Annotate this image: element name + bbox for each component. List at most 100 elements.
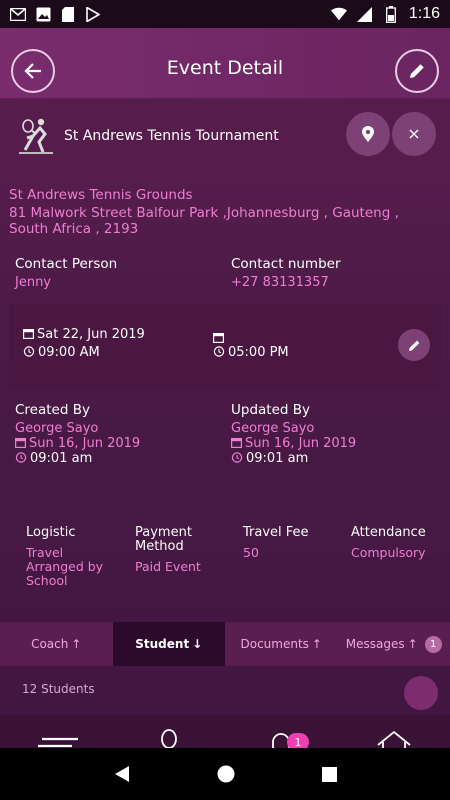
contact-person-value: Jenny [15, 275, 52, 290]
detail-label: Attendance [351, 525, 426, 540]
nav-home[interactable] [338, 715, 450, 748]
updated-by: Updated By George Sayo Sun 16, Jun 2019 … [231, 402, 356, 466]
alarm-clock-icon [15, 452, 27, 463]
app-header: Event Detail [0, 28, 450, 98]
updated-time-text: 09:01 am [246, 451, 309, 466]
start-date-text: Sat 22, Jun 2019 [37, 327, 145, 342]
start-time: 09:00 AM [23, 345, 100, 360]
arrow-up-icon: ↑ [407, 637, 418, 651]
detail-label: Travel Fee [243, 525, 309, 540]
calendar-icon [231, 438, 242, 448]
app-content: Event Detail St Andrews Tennis Tournamen… [0, 28, 450, 748]
detail-payment-method: Payment Method Paid Event [135, 526, 235, 574]
calendar-icon [15, 438, 26, 448]
detail-tabs: Coach ↑ Student ↓ Documents ↑ Messages ↑ 1 [0, 622, 450, 666]
tab-label: Documents [240, 637, 309, 651]
gmail-icon [10, 6, 26, 22]
user-icon [160, 728, 177, 748]
calendar-icon [23, 329, 34, 339]
created-by-name: George Sayo [15, 421, 99, 436]
detail-value: Compulsory [351, 545, 426, 560]
signal-icon [357, 6, 373, 22]
close-icon [409, 129, 419, 139]
back-triangle-icon[interactable] [113, 765, 131, 783]
battery-icon [383, 5, 399, 23]
detail-value: 50 [243, 545, 259, 560]
created-date: Sun 16, Jun 2019 [15, 436, 140, 451]
detail-travel-fee: Travel Fee 50 [243, 526, 343, 560]
detail-logistic: Logistic Travel Arranged by School [26, 526, 126, 588]
updated-by-name: George Sayo [231, 421, 315, 436]
tab-messages[interactable]: Messages ↑ 1 [338, 622, 450, 666]
status-bar: 1:16 [0, 0, 450, 28]
contact-number-value[interactable]: +27 83131357 [231, 275, 341, 290]
detail-label: Logistic [26, 525, 76, 540]
sd-card-icon [60, 6, 76, 22]
menu-lines-icon [38, 737, 79, 747]
arrow-up-icon: ↑ [71, 637, 82, 651]
created-time: 09:01 am [15, 451, 140, 466]
updated-by-label: Updated By [231, 402, 311, 418]
end-time-text: 05:00 PM [228, 345, 289, 360]
pencil-icon [408, 340, 419, 351]
tab-student[interactable]: Student ↓ [112, 622, 225, 666]
tab-coach[interactable]: Coach ↑ [0, 622, 113, 666]
created-by: Created By George Sayo Sun 16, Jun 2019 … [15, 402, 140, 466]
recents-square-icon[interactable] [321, 766, 338, 783]
page-title: Event Detail [166, 57, 284, 79]
created-time-text: 09:01 am [30, 451, 93, 466]
venue-name: St Andrews Tennis Grounds [9, 187, 193, 203]
start-time-text: 09:00 AM [38, 345, 100, 360]
arrow-up-icon: ↑ [311, 637, 322, 651]
updated-date: Sun 16, Jun 2019 [231, 436, 356, 451]
detail-value: Paid Event [135, 559, 201, 574]
tennis-player-icon [19, 118, 53, 154]
photo-icon [35, 6, 51, 22]
contact-person: Contact Person Jenny [15, 256, 117, 290]
arrow-down-icon: ↓ [192, 637, 203, 651]
home-icon [377, 730, 411, 748]
add-student-button[interactable] [404, 676, 438, 710]
nav-notifications[interactable]: 1 [225, 715, 338, 748]
created-by-label: Created By [15, 402, 90, 418]
updated-time: 09:01 am [231, 451, 356, 466]
location-button[interactable] [346, 112, 390, 156]
updated-date-text: Sun 16, Jun 2019 [245, 436, 357, 451]
nav-profile[interactable] [113, 715, 226, 748]
contact-person-label: Contact Person [15, 256, 118, 272]
contact-number: Contact number +27 83131357 [231, 256, 341, 290]
status-time: 1:16 [408, 5, 440, 22]
pencil-icon [410, 64, 424, 78]
edit-event-button[interactable] [395, 49, 439, 93]
bottom-navigation: 1 [0, 715, 450, 748]
messages-count-badge: 1 [424, 635, 442, 653]
alarm-clock-icon [213, 346, 225, 357]
alarm-clock-icon [23, 346, 35, 357]
end-time: 05:00 PM [213, 345, 289, 360]
contact-number-label: Contact number [231, 256, 341, 272]
notification-badge: 1 [287, 733, 309, 748]
end-date [213, 327, 227, 346]
venue-address: 81 Malwork Street Balfour Park ,Johannes… [9, 205, 399, 237]
system-navigation [0, 748, 450, 800]
tab-documents[interactable]: Documents ↑ [225, 622, 338, 666]
students-count: 12 Students [22, 682, 95, 696]
calendar-icon [213, 333, 224, 343]
tab-label: Student [135, 637, 190, 651]
detail-attendance: Attendance Compulsory [351, 526, 450, 560]
detail-label: Payment Method [135, 525, 192, 554]
tab-label: Messages [345, 637, 405, 651]
wifi-icon [330, 6, 347, 22]
tab-label: Coach [31, 637, 69, 651]
home-circle-icon[interactable] [216, 764, 236, 784]
edit-schedule-button[interactable] [398, 329, 430, 361]
nav-menu[interactable] [0, 715, 113, 748]
alarm-clock-icon [231, 452, 243, 463]
map-pin-icon [362, 126, 374, 142]
cancel-event-button[interactable] [392, 112, 436, 156]
event-name: St Andrews Tennis Tournament [64, 128, 279, 144]
play-store-icon [85, 6, 101, 22]
start-date: Sat 22, Jun 2019 [23, 327, 145, 342]
detail-value: Travel Arranged by School [26, 545, 104, 588]
created-date-text: Sun 16, Jun 2019 [29, 436, 141, 451]
